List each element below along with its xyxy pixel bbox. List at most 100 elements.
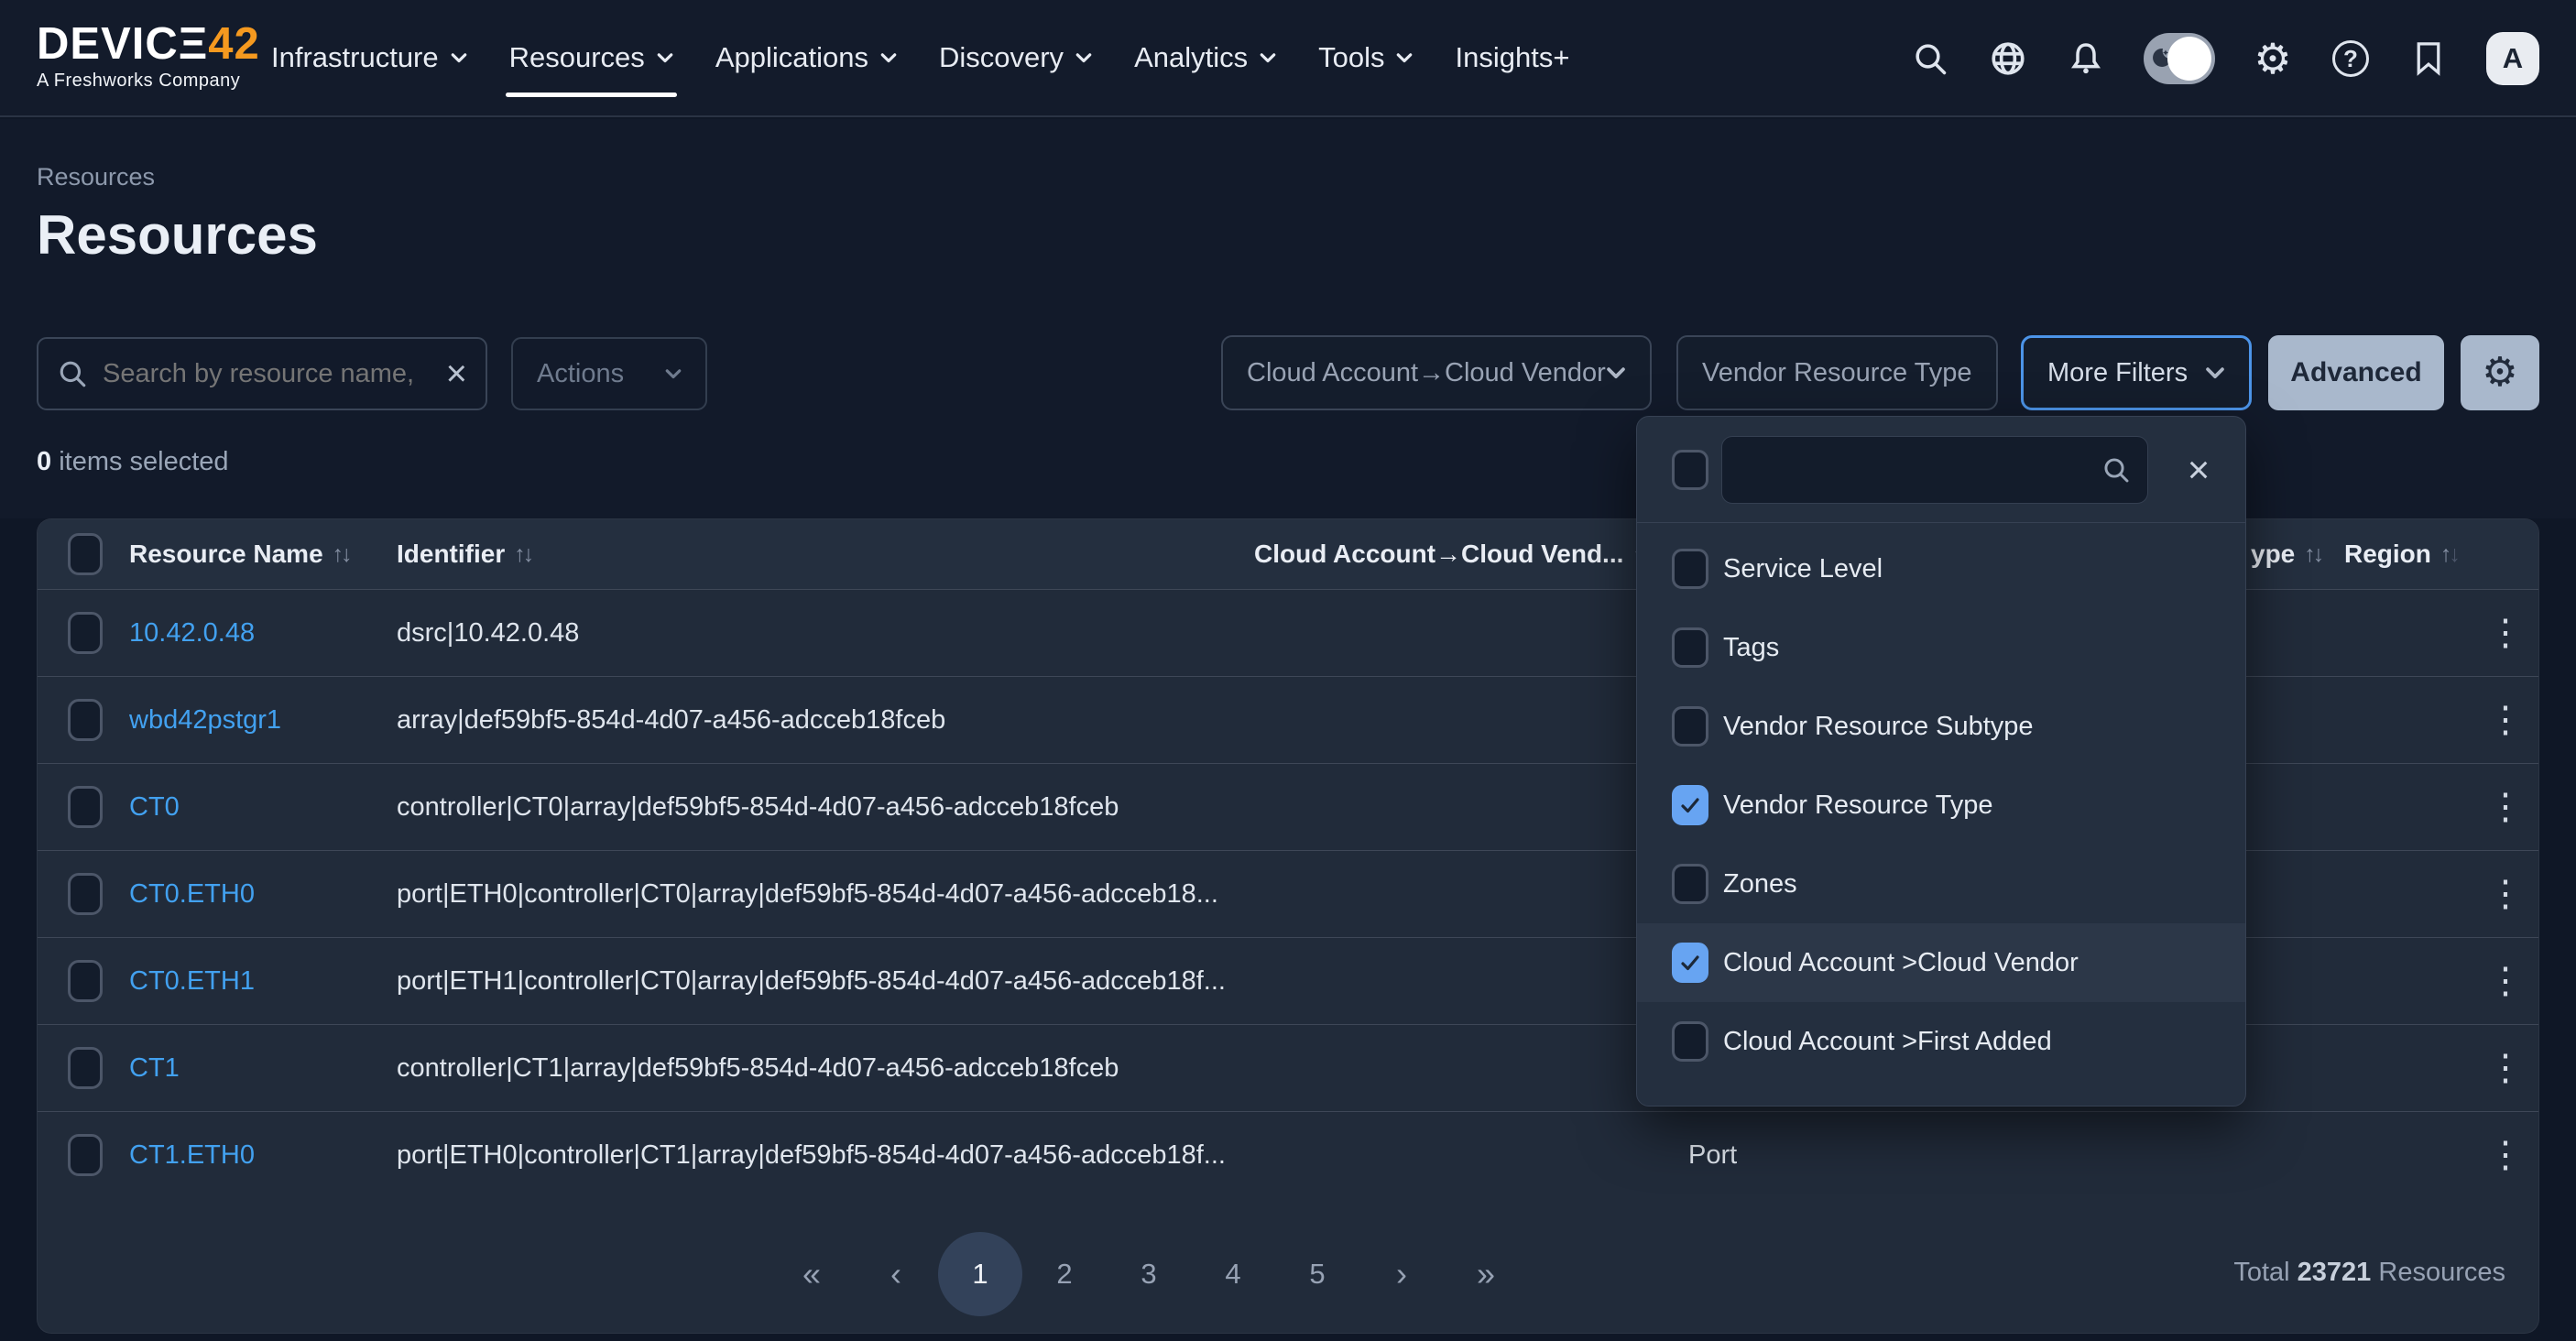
items-selected-status: 0 items selected xyxy=(37,447,229,477)
search-icon[interactable] xyxy=(1910,38,1950,79)
advanced-button[interactable]: Advanced xyxy=(2268,335,2444,410)
resource-name-link[interactable]: CT0 xyxy=(129,792,180,823)
header-region[interactable]: Region↑↓ xyxy=(2344,540,2458,569)
nav-resources[interactable]: Resources xyxy=(509,0,673,116)
table-settings-button[interactable]: ⚙ xyxy=(2461,335,2539,410)
identifier-cell: dsrc|10.42.0.48 xyxy=(397,618,1254,649)
row-checkbox[interactable] xyxy=(68,1134,103,1176)
dropdown-search-input[interactable] xyxy=(1739,455,2101,485)
next-page-button[interactable]: › xyxy=(1359,1232,1444,1316)
identifier-cell: array|def59bf5-854d-4d07-a456-adcceb18fc… xyxy=(397,705,1254,736)
logo-42: 42 xyxy=(208,19,260,69)
resource-name-link[interactable]: CT0.ETH1 xyxy=(129,966,255,997)
row-actions-menu[interactable]: ⋮ xyxy=(2487,789,2524,825)
dropdown-header: × xyxy=(1637,417,2245,523)
row-checkbox[interactable] xyxy=(68,786,103,828)
logo-tagline: A Freshworks Company xyxy=(37,71,260,92)
identifier-cell: port|ETH0|controller|CT1|array|def59bf5-… xyxy=(397,1140,1254,1171)
checkbox[interactable] xyxy=(1672,864,1708,904)
bookmark-icon[interactable] xyxy=(2408,38,2449,79)
filter-option-vendor-resource-subtype[interactable]: Vendor Resource Subtype xyxy=(1637,687,2245,766)
chevron-down-icon xyxy=(1606,367,1626,379)
filter-option-cloud-account-first-added[interactable]: Cloud Account >First Added xyxy=(1637,1002,2245,1081)
table-row[interactable]: CT1.ETH0 port|ETH0|controller|CT1|array|… xyxy=(38,1111,2538,1198)
row-checkbox[interactable] xyxy=(68,873,103,915)
row-checkbox[interactable] xyxy=(68,612,103,654)
help-icon[interactable]: ? xyxy=(2330,38,2371,79)
row-actions-menu[interactable]: ⋮ xyxy=(2487,615,2524,651)
settings-gear-icon[interactable]: ⚙ xyxy=(2253,38,2293,79)
actions-button[interactable]: Actions xyxy=(511,337,707,410)
filter-option-zones[interactable]: Zones xyxy=(1637,845,2245,923)
sort-icon[interactable]: ↑↓ xyxy=(2440,541,2458,568)
header-resource-name[interactable]: Resource Name↑↓ xyxy=(129,540,397,569)
first-page-button[interactable]: « xyxy=(770,1232,854,1316)
resource-name-link[interactable]: CT1.ETH0 xyxy=(129,1140,255,1171)
row-actions-menu[interactable]: ⋮ xyxy=(2487,1050,2524,1086)
nav-analytics[interactable]: Analytics xyxy=(1134,0,1276,116)
device42-logo[interactable]: DEVICΞ42 A Freshworks Company xyxy=(37,20,260,92)
notifications-bell-icon[interactable] xyxy=(2066,38,2106,79)
nav-discovery[interactable]: Discovery xyxy=(939,0,1092,116)
row-checkbox[interactable] xyxy=(68,1047,103,1089)
checkbox[interactable] xyxy=(1672,706,1708,747)
pagination: « ‹ 1 2 3 4 5 › » xyxy=(770,1232,1528,1316)
search-input[interactable] xyxy=(103,359,431,389)
checkbox[interactable] xyxy=(1672,1021,1708,1062)
filter-vendor-resource-type[interactable]: Vendor Resource Type xyxy=(1676,335,1998,410)
header-cloud-vendor[interactable]: Cloud Account→Cloud Vend...↑↓ xyxy=(1254,540,1679,569)
theme-toggle[interactable] xyxy=(2144,33,2215,84)
chevron-down-icon xyxy=(1260,53,1276,63)
nav-insights[interactable]: Insights+ xyxy=(1455,0,1569,116)
resource-name-link[interactable]: 10.42.0.48 xyxy=(129,618,255,649)
main-nav: Infrastructure Resources Applications Di… xyxy=(271,0,1569,116)
nav-applications[interactable]: Applications xyxy=(715,0,897,116)
sort-icon[interactable]: ↑↓ xyxy=(2304,541,2321,568)
user-avatar[interactable]: A xyxy=(2486,32,2539,85)
sort-icon[interactable]: ↑↓ xyxy=(514,541,531,568)
dropdown-select-all-checkbox[interactable] xyxy=(1672,450,1708,490)
nav-infrastructure[interactable]: Infrastructure xyxy=(271,0,467,116)
search-icon xyxy=(57,358,88,389)
resource-name-link[interactable]: wbd42pstgr1 xyxy=(129,705,281,736)
checkbox[interactable] xyxy=(1672,549,1708,589)
breadcrumb[interactable]: Resources xyxy=(37,163,155,191)
search-icon xyxy=(2101,455,2131,485)
resource-name-link[interactable]: CT1 xyxy=(129,1053,180,1084)
row-checkbox[interactable] xyxy=(68,699,103,741)
page-3-button[interactable]: 3 xyxy=(1107,1232,1191,1316)
filter-option-cloud-account-cloud-vendor[interactable]: Cloud Account >Cloud Vendor xyxy=(1637,923,2245,1002)
filter-cloud-account-cloud-vendor[interactable]: Cloud Account→Cloud Vendor xyxy=(1221,335,1652,410)
row-actions-menu[interactable]: ⋮ xyxy=(2487,963,2524,999)
page-2-button[interactable]: 2 xyxy=(1022,1232,1107,1316)
page-4-button[interactable]: 4 xyxy=(1191,1232,1275,1316)
sort-icon[interactable]: ↑↓ xyxy=(333,541,350,568)
total-resources-count: Total 23721 Resources xyxy=(2233,1258,2505,1288)
nav-tools[interactable]: Tools xyxy=(1318,0,1413,116)
checkbox[interactable] xyxy=(1672,627,1708,668)
page-title: Resources xyxy=(37,203,318,267)
filter-option-service-level[interactable]: Service Level xyxy=(1637,529,2245,608)
row-actions-menu[interactable]: ⋮ xyxy=(2487,1137,2524,1173)
filter-option-tags[interactable]: Tags xyxy=(1637,608,2245,687)
prev-page-button[interactable]: ‹ xyxy=(854,1232,938,1316)
resource-search-box[interactable]: × xyxy=(37,337,487,410)
close-icon[interactable]: × xyxy=(2176,442,2221,497)
more-filters-button[interactable]: More Filters xyxy=(2021,335,2252,410)
clear-search-icon[interactable]: × xyxy=(446,357,467,390)
resource-name-link[interactable]: CT0.ETH0 xyxy=(129,879,255,910)
row-actions-menu[interactable]: ⋮ xyxy=(2487,876,2524,912)
header-type-partial[interactable]: ype↑↓ xyxy=(2236,540,2344,569)
row-checkbox[interactable] xyxy=(68,960,103,1002)
filter-option-vendor-resource-type[interactable]: Vendor Resource Type xyxy=(1637,766,2245,845)
dropdown-search-box[interactable] xyxy=(1721,436,2148,504)
page-1-button[interactable]: 1 xyxy=(938,1232,1022,1316)
checkbox-checked[interactable] xyxy=(1672,943,1708,983)
last-page-button[interactable]: » xyxy=(1444,1232,1528,1316)
globe-icon[interactable] xyxy=(1988,38,2028,79)
page-5-button[interactable]: 5 xyxy=(1275,1232,1359,1316)
row-actions-menu[interactable]: ⋮ xyxy=(2487,702,2524,738)
checkbox-checked[interactable] xyxy=(1672,785,1708,825)
select-all-checkbox[interactable] xyxy=(68,533,103,575)
header-identifier[interactable]: Identifier↑↓ xyxy=(397,540,1254,569)
